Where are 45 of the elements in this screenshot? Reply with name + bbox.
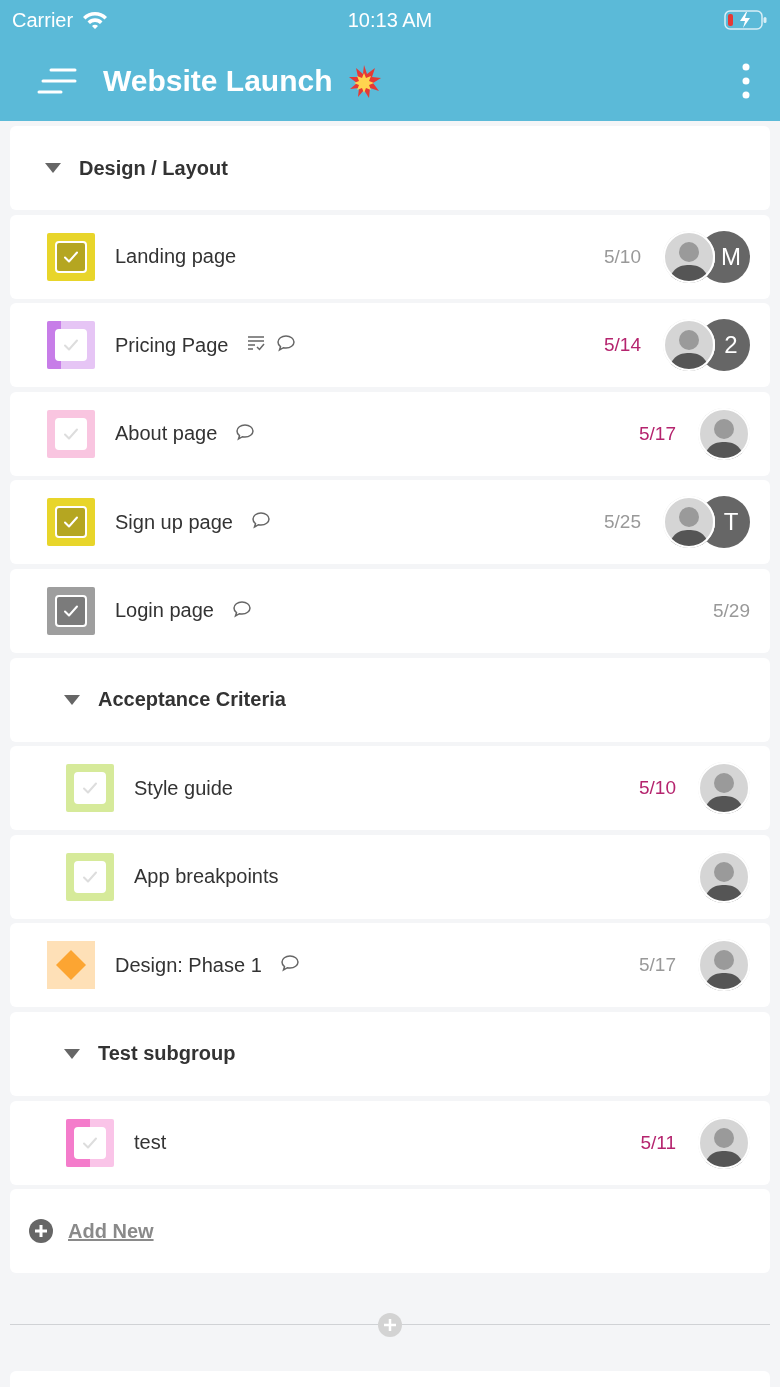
task-checkbox[interactable] bbox=[47, 232, 95, 281]
task-checkbox[interactable] bbox=[47, 498, 95, 547]
avatar-icon bbox=[698, 1116, 750, 1169]
avatar-icon bbox=[663, 319, 715, 372]
task-title[interactable]: Pricing Page bbox=[115, 333, 229, 357]
avatar-icon bbox=[698, 762, 750, 815]
add-section-icon[interactable] bbox=[378, 1312, 402, 1337]
carrier-name: Carrier bbox=[12, 8, 74, 32]
due-date: 5/10 bbox=[639, 777, 676, 800]
task-title[interactable]: Design: Phase 1 bbox=[115, 953, 262, 977]
task-checkbox[interactable] bbox=[66, 764, 114, 813]
avatar-icon bbox=[698, 850, 750, 903]
group-title: Design / Layout bbox=[79, 156, 228, 180]
avatar-icon bbox=[698, 939, 750, 992]
task-title[interactable]: About page bbox=[115, 422, 218, 446]
due-date: 5/14 bbox=[604, 334, 641, 357]
avatar-icon bbox=[698, 407, 750, 460]
task-title[interactable]: Login page bbox=[115, 599, 214, 623]
due-date: 5/17 bbox=[639, 954, 676, 977]
task-checkbox[interactable] bbox=[47, 321, 95, 370]
battery-icon bbox=[724, 9, 768, 31]
add-icon[interactable] bbox=[28, 1218, 54, 1245]
task-checkbox[interactable] bbox=[47, 586, 95, 635]
wifi-icon bbox=[81, 10, 110, 30]
menu-icon[interactable] bbox=[37, 67, 77, 94]
group-title: Test subgroup bbox=[98, 1042, 236, 1066]
task-title[interactable]: Landing page bbox=[115, 245, 237, 269]
task-title[interactable]: App breakpoints bbox=[134, 865, 279, 889]
task-title[interactable]: Style guide bbox=[134, 776, 233, 800]
task-checkbox[interactable] bbox=[47, 409, 95, 458]
task-title[interactable]: Sign up page bbox=[115, 510, 233, 534]
task-checkbox[interactable] bbox=[66, 1118, 114, 1167]
due-date: 5/29 bbox=[713, 599, 750, 622]
task-checkbox[interactable] bbox=[66, 852, 114, 901]
due-date: 5/10 bbox=[604, 245, 641, 268]
task-title[interactable]: test bbox=[134, 1131, 167, 1155]
group-title: Acceptance Criteria bbox=[98, 688, 286, 712]
project-title: Website Launch bbox=[103, 63, 333, 98]
due-date: 5/17 bbox=[639, 422, 676, 445]
avatar-icon bbox=[663, 230, 715, 283]
more-icon[interactable] bbox=[742, 62, 750, 99]
avatar-icon bbox=[663, 496, 715, 549]
due-date: 5/11 bbox=[640, 1131, 676, 1154]
clock-time: 10:13 AM bbox=[347, 8, 433, 32]
due-date: 5/25 bbox=[604, 511, 641, 534]
